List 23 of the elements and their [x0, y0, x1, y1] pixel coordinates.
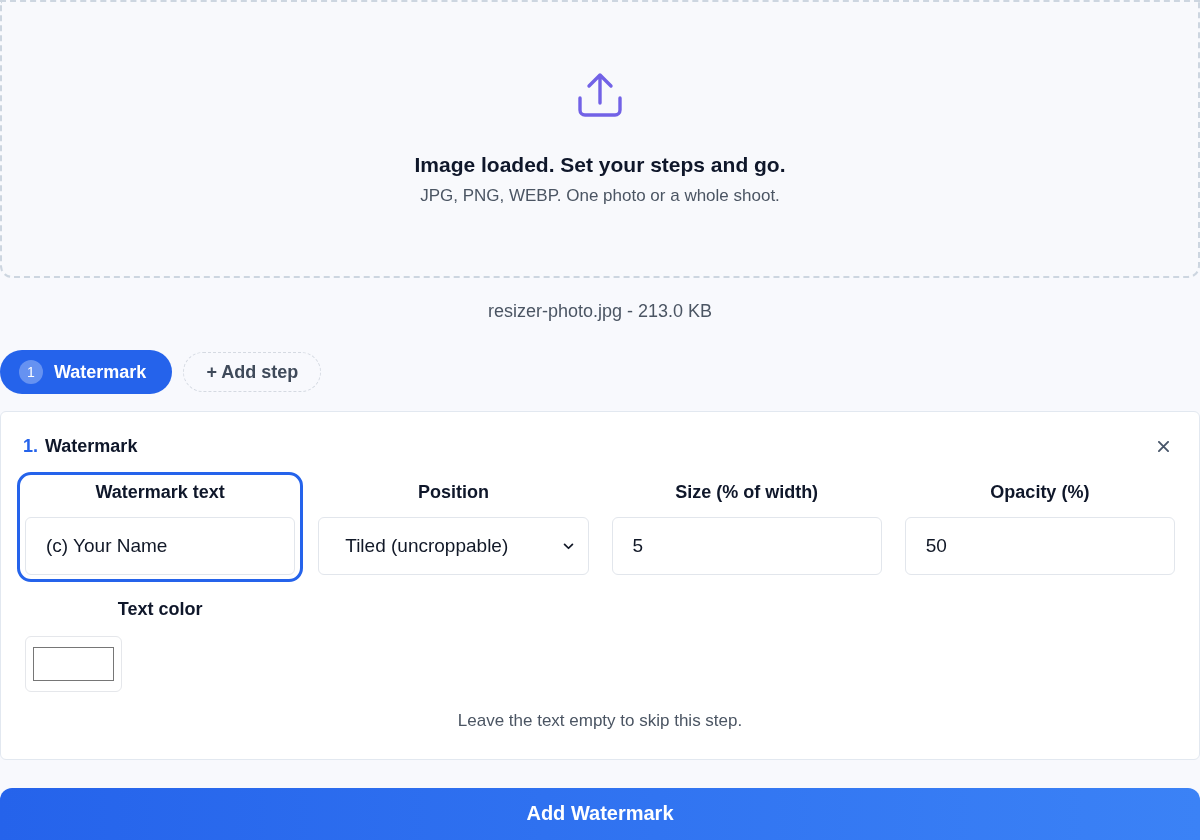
field-label: Position [417, 481, 489, 504]
step-number-badge: 1 [19, 360, 43, 384]
step-title: Watermark [45, 435, 138, 458]
field-label: Size (% of width) [675, 481, 819, 504]
chevron-down-icon [562, 542, 574, 550]
step-number: 1. [23, 435, 38, 458]
number-input[interactable]: 50 [904, 517, 1175, 575]
position-select[interactable]: Tiled (uncroppable) [318, 517, 589, 575]
upload-dropzone[interactable]: Image loaded. Set your steps and go. JPG, PNG, WEBP. One photo or a whole shoot. [0, 0, 1200, 278]
file-info-text: resizer-photo.jpg - 213.0 KB [487, 300, 713, 322]
number-input[interactable]: 5 [611, 517, 882, 575]
step-tab[interactable]: 1 Watermark [0, 350, 173, 394]
dropzone-subtitle: JPG, PNG, WEBP. One photo or a whole shoot. [420, 186, 780, 206]
dropzone-title: Image loaded. Set your steps and go. [414, 152, 786, 178]
field-label: Opacity (%) [990, 481, 1090, 504]
field-label: Text color [117, 598, 203, 621]
field-label: Watermark text [95, 481, 225, 504]
upload-icon [577, 72, 623, 118]
hint-text: Leave the text empty to skip this step. [457, 711, 743, 731]
close-icon[interactable] [1158, 440, 1169, 452]
add-watermark-button[interactable]: Add Watermark [0, 788, 1200, 840]
text-input[interactable]: (c) Your Name [25, 517, 296, 575]
color-picker-field[interactable] [25, 636, 122, 692]
